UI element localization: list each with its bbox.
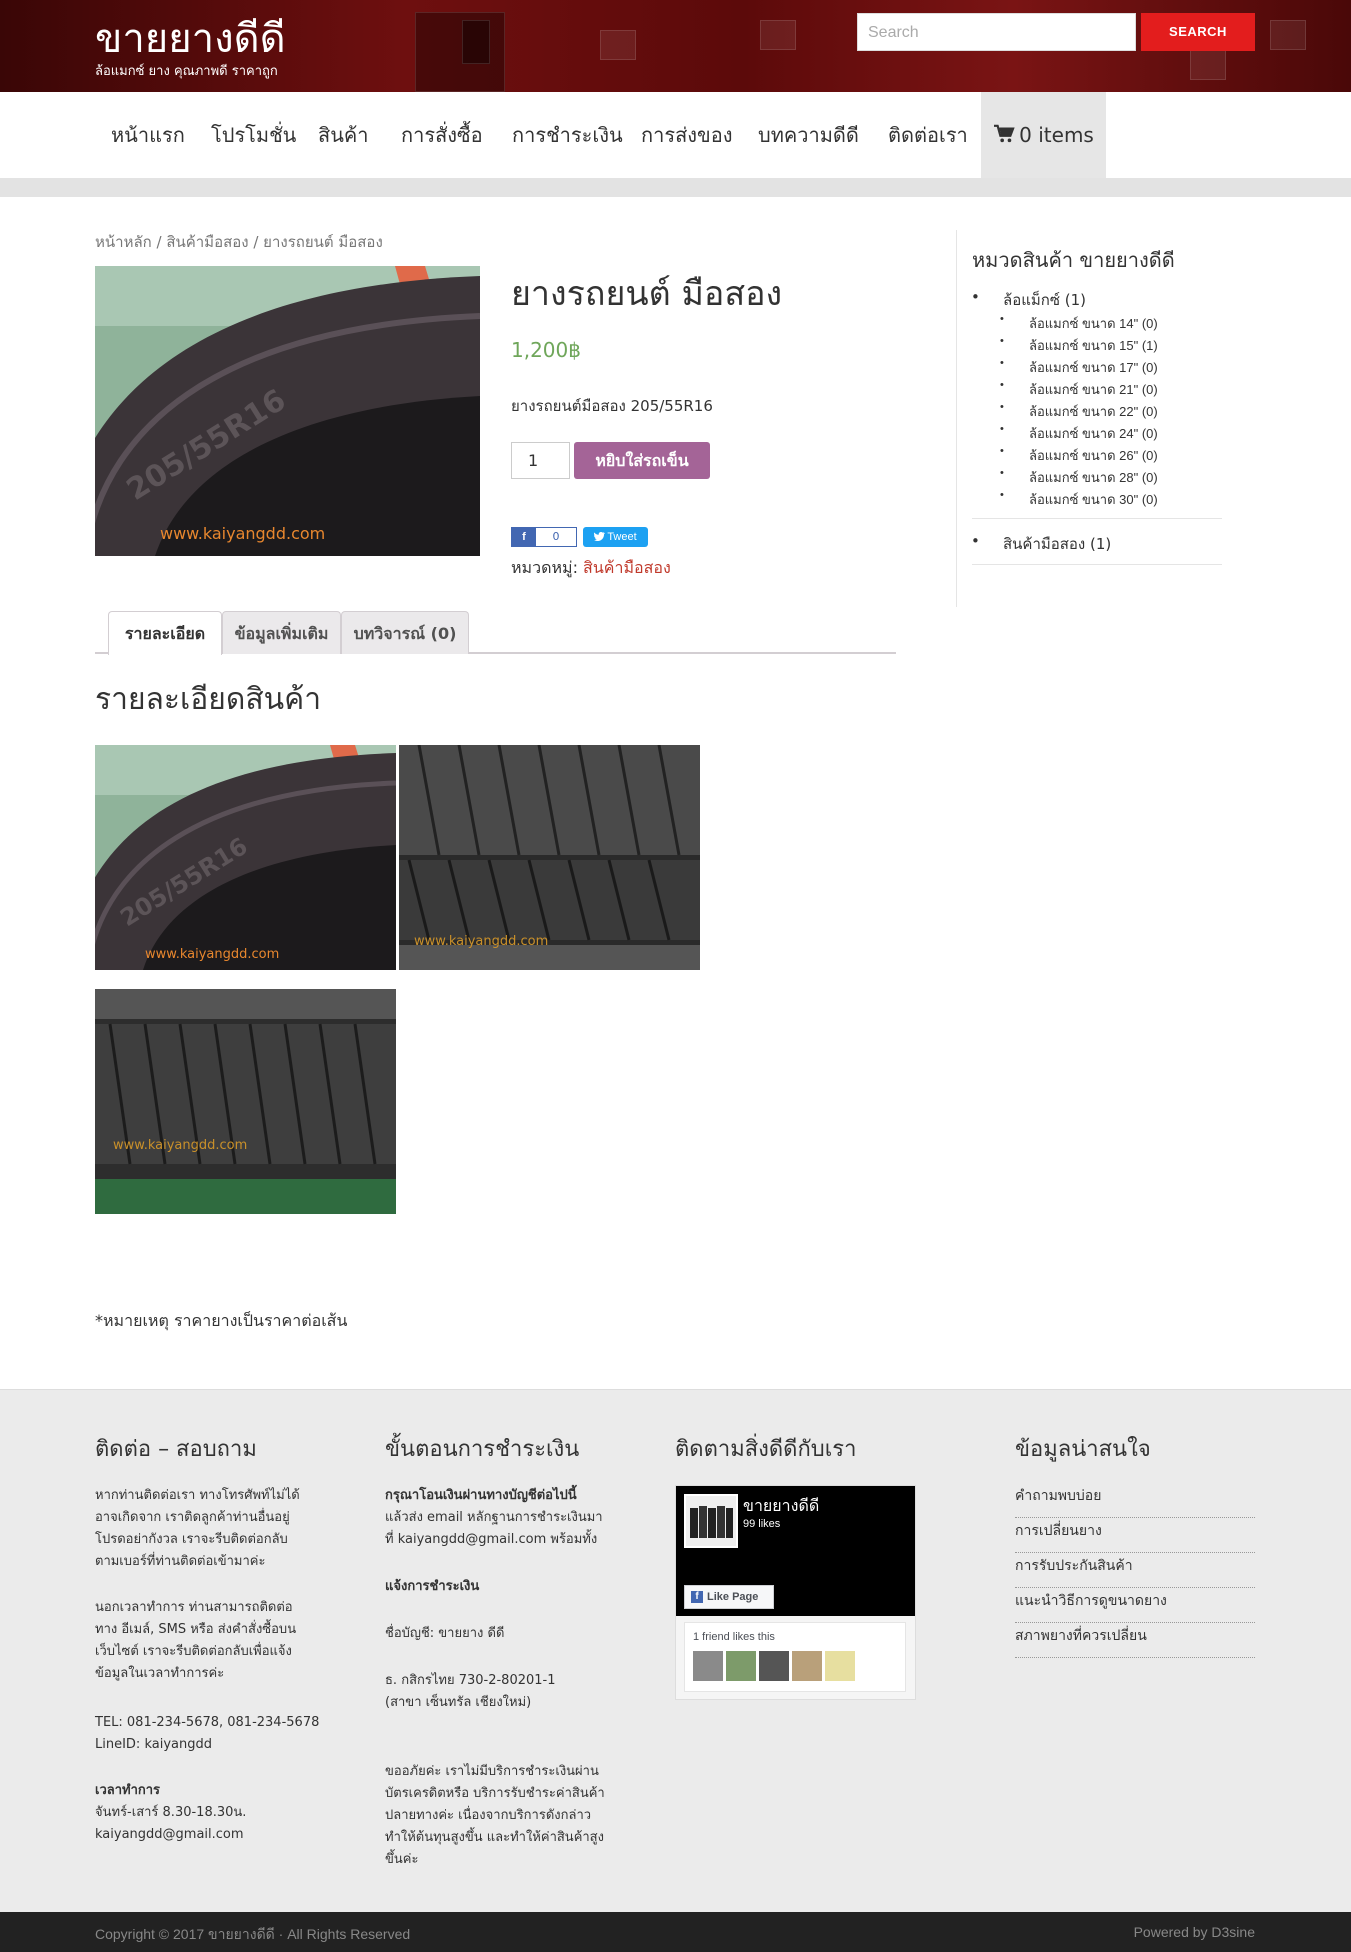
sidebar-divider bbox=[956, 230, 957, 607]
description-title: รายละเอียดสินค้า bbox=[95, 682, 322, 717]
nav-item-ordering[interactable]: การสั่งซื้อ bbox=[401, 92, 483, 178]
sidebar-subcategory[interactable]: ล้อแมกซ์ ขนาด 28" (0) bbox=[1000, 467, 1158, 488]
footer-business-hours: เวลาทำการ จันทร์-เสาร์ 8.30-18.30น. kaiyan… bbox=[95, 1783, 247, 1842]
facebook-page-widget[interactable]: ขายยางดีดี 99 likes f Like Page 1 friend … bbox=[675, 1485, 916, 1700]
footer-payment-notify: แจ้งการชำระเงิน bbox=[385, 1579, 480, 1594]
header-background-photo bbox=[760, 20, 796, 50]
category-link[interactable]: สินค้ามือสอง bbox=[583, 558, 671, 577]
header-background-photo bbox=[1270, 20, 1306, 50]
friend-avatar[interactable] bbox=[693, 1651, 723, 1681]
header-background-photo bbox=[415, 12, 505, 92]
tweet-label: Tweet bbox=[607, 531, 637, 543]
sidebar-subcategory[interactable]: ล้อแมกซ์ ขนาด 15" (1) bbox=[1000, 335, 1158, 356]
facebook-page-avatar bbox=[684, 1494, 738, 1548]
sidebar-subcategory[interactable]: ล้อแมกซ์ ขนาด 17" (0) bbox=[1000, 357, 1158, 378]
sidebar-title: หมวดสินค้า ขายยางดีดี bbox=[972, 248, 1175, 272]
facebook-share-button[interactable]: f 0 bbox=[511, 527, 577, 547]
sidebar-category-secondhand[interactable]: สินค้ามือสอง (1) bbox=[971, 532, 1111, 556]
footer-link-warranty[interactable]: การรับประกันสินค้า bbox=[1015, 1553, 1255, 1588]
footer-bank-info: ธ. กสิกรไทย 730-2-80201-1 (สาขา เซ็นทรัล … bbox=[385, 1673, 556, 1710]
friend-avatar[interactable] bbox=[726, 1651, 756, 1681]
gallery-image[interactable]: www.kaiyangdd.com bbox=[95, 989, 396, 1214]
facebook-likes-count: 99 likes bbox=[743, 1518, 781, 1530]
nav-item-products[interactable]: สินค้า bbox=[318, 92, 369, 178]
footer-link-faq[interactable]: คำถามพบบ่อย bbox=[1015, 1483, 1255, 1518]
product-title: ยางรถยนต์ มือสอง bbox=[511, 274, 783, 314]
footer-contact-text: นอกเวลาทำการ ท่านสามารถติดต่อ ทาง อีเมล์,… bbox=[95, 1600, 297, 1681]
facebook-page-name[interactable]: ขายยางดีดี bbox=[743, 1494, 819, 1519]
product-image[interactable]: 205/55R16 www.kaiyangdd.com bbox=[95, 266, 480, 556]
gallery-image[interactable]: www.kaiyangdd.com bbox=[399, 745, 700, 970]
tab-additional-info[interactable]: ข้อมูลเพิ่มเติม bbox=[222, 611, 341, 654]
friend-avatar[interactable] bbox=[759, 1651, 789, 1681]
footer-link-tire-size-guide[interactable]: แนะนำวิธีการดูขนาดยาง bbox=[1015, 1588, 1255, 1623]
friend-avatar[interactable] bbox=[825, 1651, 855, 1681]
sidebar-subcategory[interactable]: ล้อแมกซ์ ขนาด 14" (0) bbox=[1000, 313, 1158, 334]
sidebar-subcategory[interactable]: ล้อแมกซ์ ขนาด 30" (0) bbox=[1000, 489, 1158, 510]
tweet-button[interactable]: Tweet bbox=[583, 527, 648, 547]
quantity-input[interactable]: 1 bbox=[511, 442, 570, 479]
facebook-share-count: 0 bbox=[552, 530, 560, 543]
nav-cart[interactable]: 0 items bbox=[981, 92, 1106, 178]
search-input[interactable]: Search bbox=[857, 13, 1136, 51]
nav-item-home[interactable]: หน้าแรก bbox=[111, 92, 185, 178]
cart-icon bbox=[994, 124, 1015, 143]
nav-item-contact[interactable]: ติดต่อเรา bbox=[888, 92, 968, 178]
cart-label: 0 items bbox=[1019, 123, 1094, 147]
facebook-friends-box: 1 friend likes this bbox=[684, 1622, 906, 1692]
facebook-friends-text: 1 friend likes this bbox=[693, 1631, 775, 1643]
sidebar-subcategory[interactable]: ล้อแมกซ์ ขนาด 24" (0) bbox=[1000, 423, 1158, 444]
site-tagline: ล้อแมกซ์ ยาง คุณภาพดี ราคาถูก bbox=[95, 64, 278, 79]
image-watermark: www.kaiyangdd.com bbox=[113, 1138, 247, 1153]
footer-info-title: ข้อมูลน่าสนใจ bbox=[1015, 1437, 1151, 1462]
sidebar-separator bbox=[972, 564, 1222, 565]
price-note: *หมายเหตุ ราคายางเป็นราคาต่อเส้น bbox=[95, 1311, 348, 1330]
category-label: หมวดหมู่: bbox=[511, 558, 578, 577]
gallery-image[interactable]: 205/55R16 www.kaiyangdd.com bbox=[95, 745, 396, 970]
header-background-photo bbox=[462, 20, 490, 64]
product-category: หมวดหมู่: สินค้ามือสอง bbox=[511, 556, 671, 581]
search-button[interactable]: SEARCH bbox=[1141, 13, 1255, 51]
powered-by[interactable]: Powered by D3sine bbox=[1134, 1924, 1255, 1940]
footer-contact-title: ติดต่อ – สอบถาม bbox=[95, 1437, 257, 1462]
image-watermark: www.kaiyangdd.com bbox=[160, 524, 325, 543]
main-nav: หน้าแรก โปรโมชั่น สินค้า การสั่งซื้อ การ… bbox=[0, 92, 1351, 178]
footer-account-name: ชื่อบัญชี: ขายยาง ดีดี bbox=[385, 1626, 505, 1641]
header-background-photo bbox=[1190, 50, 1226, 80]
facebook-cover: ขายยางดีดี 99 likes f Like Page bbox=[676, 1486, 915, 1616]
facebook-like-page-button[interactable]: f Like Page bbox=[684, 1585, 774, 1609]
twitter-icon bbox=[594, 532, 606, 542]
footer-social-title: ติดตามสิ่งดีดีกับเรา bbox=[675, 1437, 857, 1462]
sidebar-subcategory[interactable]: ล้อแมกซ์ ขนาด 26" (0) bbox=[1000, 445, 1158, 466]
breadcrumb[interactable]: หน้าหลัก / สินค้ามือสอง / ยางรถยนต์ มือส… bbox=[95, 230, 383, 254]
facebook-icon: f bbox=[512, 528, 536, 546]
footer-link-tire-change[interactable]: การเปลี่ยนยาง bbox=[1015, 1518, 1255, 1553]
sidebar-subcategory[interactable]: ล้อแมกซ์ ขนาด 21" (0) bbox=[1000, 379, 1158, 400]
footer-payment-title: ขั้นตอนการชำระเงิน bbox=[385, 1437, 580, 1462]
footer-contact-phone: TEL: 081-234-5678, 081-234-5678 LineID: k… bbox=[95, 1715, 320, 1752]
add-to-cart-button[interactable]: หยิบใส่รถเข็น bbox=[574, 442, 710, 479]
nav-item-payment[interactable]: การชำระเงิน bbox=[512, 92, 623, 178]
sidebar-category-magwheels[interactable]: ล้อแม็กซ์ (1) bbox=[971, 288, 1086, 312]
copyright: Copyright © 2017 ขายยางดีดี · All Rights… bbox=[95, 1926, 411, 1942]
product-price: 1,200฿ bbox=[511, 338, 581, 362]
nav-divider bbox=[0, 178, 1351, 197]
footer-contact-text: หากท่านติดต่อเรา ทางโทรศัพท์ไม่ได้ อาจเกิ… bbox=[95, 1488, 300, 1569]
tab-reviews[interactable]: บทวิจารณ์ (0) bbox=[341, 611, 469, 654]
nav-item-promotion[interactable]: โปรโมชั่น bbox=[211, 92, 296, 178]
footer-payment-disclaimer: ขออภัยค่ะ เราไม่มีบริการชำระเงินผ่าน บัตร… bbox=[385, 1764, 605, 1867]
sidebar-subcategory[interactable]: ล้อแมกซ์ ขนาด 22" (0) bbox=[1000, 401, 1158, 422]
nav-item-shipping[interactable]: การส่งของ bbox=[641, 92, 733, 178]
tab-description[interactable]: รายละเอียด bbox=[108, 611, 222, 655]
image-watermark: www.kaiyangdd.com bbox=[145, 947, 279, 962]
sidebar-separator bbox=[972, 518, 1222, 519]
nav-item-articles[interactable]: บทความดีดี bbox=[758, 92, 859, 178]
product-short-description: ยางรถยนต์มือสอง 205/55R16 bbox=[511, 397, 713, 415]
friend-avatar[interactable] bbox=[792, 1651, 822, 1681]
footer-payment-text: กรุณาโอนเงินผ่านทางบัญชีต่อไปนี้ แล้วส่ง … bbox=[385, 1488, 603, 1547]
header-background-photo bbox=[600, 30, 636, 60]
image-watermark: www.kaiyangdd.com bbox=[414, 934, 548, 949]
footer-link-tire-condition[interactable]: สภาพยางที่ควรเปลี่ยน bbox=[1015, 1623, 1255, 1658]
facebook-icon: f bbox=[691, 1591, 703, 1603]
